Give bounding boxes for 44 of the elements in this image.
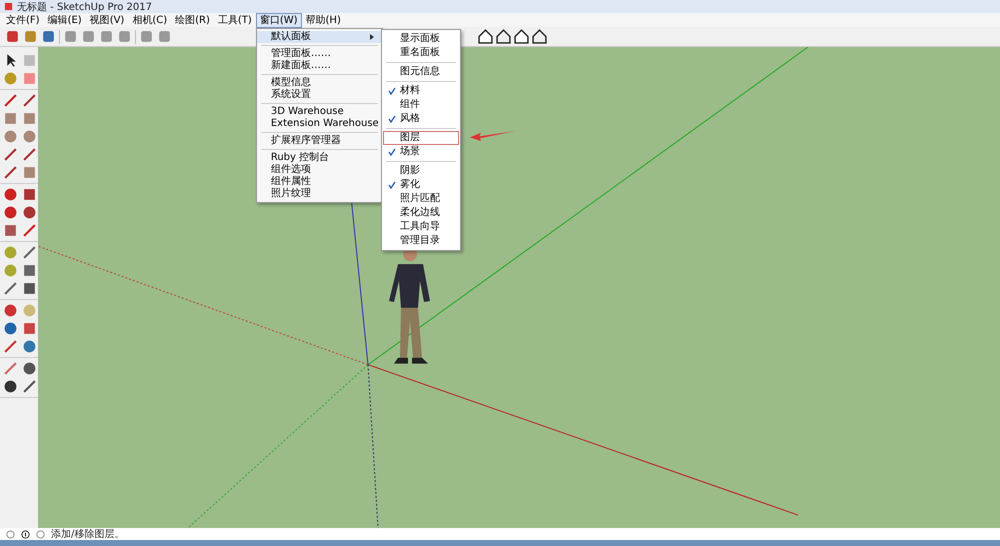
menu-item[interactable]: 组件属性 bbox=[256, 176, 382, 188]
house-icon[interactable] bbox=[478, 29, 493, 44]
menu-item[interactable]: 窗口(W) bbox=[256, 12, 302, 28]
menu-item[interactable]: 材料 bbox=[382, 84, 459, 98]
menu-item[interactable]: 管理目录 bbox=[382, 234, 459, 248]
menu-item[interactable]: 组件 bbox=[382, 98, 459, 112]
menu-item[interactable]: 新建面板…… bbox=[256, 60, 382, 72]
circle-icon[interactable] bbox=[22, 129, 37, 144]
square-icon[interactable] bbox=[22, 111, 37, 126]
menu-item[interactable]: 图元信息 bbox=[382, 64, 459, 78]
circle-icon[interactable] bbox=[3, 129, 18, 144]
menu-item[interactable]: 显示面板 bbox=[382, 32, 459, 46]
menu-item[interactable]: 管理面板…… bbox=[256, 48, 382, 60]
status-text: 添加/移除图层。 bbox=[51, 528, 124, 541]
menu-item[interactable]: 帮助(H) bbox=[302, 12, 345, 28]
menu-item[interactable]: 视图(V) bbox=[86, 12, 128, 28]
menu-item[interactable]: 系统设置 bbox=[256, 88, 382, 100]
menu-item[interactable]: 模型信息 bbox=[256, 76, 382, 88]
window-title: 无标题 - SketchUp Pro 2017 bbox=[17, 0, 152, 14]
annotation-arrow-icon bbox=[470, 128, 516, 142]
menu-item[interactable]: 编辑(E) bbox=[44, 12, 86, 28]
menu-item[interactable]: 3D Warehouse bbox=[256, 106, 382, 118]
menu-item[interactable]: 雾化 bbox=[382, 178, 459, 192]
app-logo-icon bbox=[4, 2, 13, 11]
menu-item[interactable]: 组件选项 bbox=[256, 164, 382, 176]
menu-item[interactable]: 工具(T) bbox=[214, 12, 256, 28]
menu-item[interactable]: 照片匹配 bbox=[382, 192, 459, 206]
menu-item[interactable]: 场景 bbox=[382, 144, 459, 158]
menu-item[interactable]: 默认面板 bbox=[256, 30, 382, 42]
menu-item[interactable]: 重名面板 bbox=[382, 46, 459, 60]
menu-item[interactable]: 风格 bbox=[382, 112, 459, 126]
submenu-caret-icon bbox=[370, 34, 374, 40]
menu-item[interactable]: 工具向导 bbox=[382, 220, 459, 234]
menu-item[interactable]: 柔化边线 bbox=[382, 206, 459, 220]
square-icon[interactable] bbox=[3, 111, 18, 126]
menu-item[interactable]: 绘图(R) bbox=[171, 12, 214, 28]
house-outline-icon[interactable] bbox=[514, 29, 529, 44]
menu-item[interactable]: 扩展程序管理器 bbox=[256, 134, 382, 146]
menu-item[interactable]: 照片纹理 bbox=[256, 188, 382, 200]
menu-item[interactable]: 相机(C) bbox=[128, 12, 172, 28]
menu-item[interactable]: Ruby 控制台 bbox=[256, 152, 382, 164]
menu-item[interactable]: 文件(F) bbox=[2, 12, 44, 28]
menu-item[interactable]: Extension Warehouse bbox=[256, 118, 382, 130]
menu-item[interactable]: 阴影 bbox=[382, 164, 459, 178]
